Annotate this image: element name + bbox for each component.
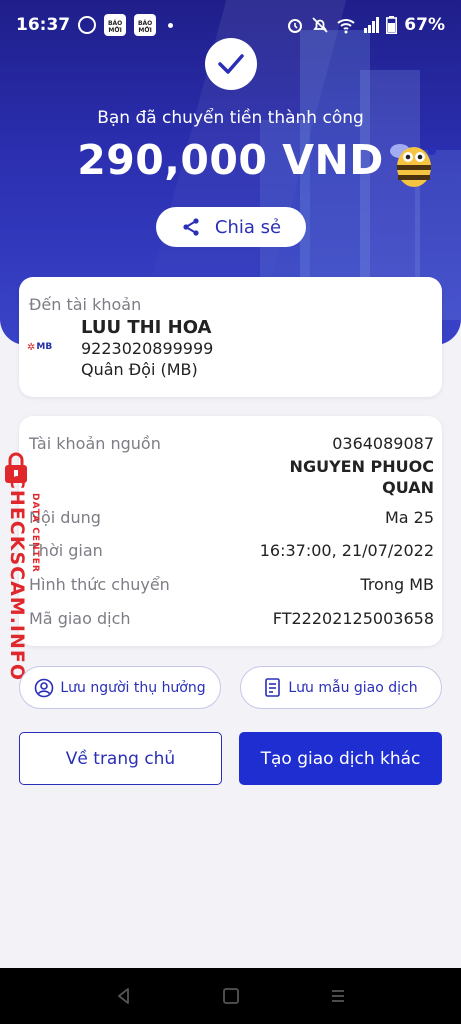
wifi-icon <box>337 19 355 34</box>
alarm-icon <box>288 19 303 33</box>
save-beneficiary-label: Lưu người thụ hưởng <box>60 679 206 696</box>
share-icon <box>183 218 199 236</box>
method-label: Hình thức chuyển <box>29 575 170 594</box>
transaction-id-value: FT22202125003658 <box>272 609 434 628</box>
method-value: Trong MB <box>360 575 434 594</box>
save-template-label: Lưu mẫu giao dịch <box>288 679 418 696</box>
home-nav-icon[interactable] <box>222 987 240 1005</box>
bee-mascot-icon <box>390 144 436 187</box>
status-time: 16:37 <box>16 15 71 35</box>
home-button[interactable]: Về trang chủ <box>19 732 222 785</box>
watermark-text: CHECKSCAM.INFO <box>6 474 28 682</box>
menu-icon[interactable] <box>329 987 347 1005</box>
mb-bank-logo: ✲ MB <box>27 340 57 354</box>
save-template-button[interactable]: Lưu mẫu giao dịch <box>240 666 442 709</box>
destination-account-card: Đến tài khoản ✲ MB LUU THI HOA 922302089… <box>19 277 442 397</box>
recipient-account: 9223020899999 <box>81 339 214 358</box>
messenger-icon <box>78 16 97 34</box>
baomoi-icon: BÁO MỚI <box>134 14 157 36</box>
recipient-bank: Quân Đội (MB) <box>81 360 198 379</box>
transaction-details-card: Tài khoản nguồn 0364089087 NGUYEN PHUOC … <box>19 416 442 646</box>
save-beneficiary-button[interactable]: Lưu người thụ hưởng <box>19 666 221 709</box>
time-value: 16:37:00, 21/07/2022 <box>259 541 434 560</box>
battery-icon <box>386 16 398 34</box>
system-nav-bar <box>0 968 461 1024</box>
watermark-subtitle: DATA CENTER <box>30 493 40 573</box>
user-icon <box>35 678 54 697</box>
new-transaction-button[interactable]: Tạo giao dịch khác <box>239 732 442 785</box>
mb-logo-text: MB <box>36 342 53 352</box>
recipient-name: LUU THI HOA <box>81 317 212 338</box>
content-value: Ma 25 <box>384 508 434 527</box>
notification-dot <box>168 22 174 28</box>
share-label: Chia sẻ <box>214 216 282 238</box>
star-icon: ✲ <box>27 341 36 353</box>
back-icon[interactable] <box>115 987 133 1005</box>
checkmark-icon <box>218 54 244 74</box>
baomoi-icon: BÁO MỚI <box>104 14 127 36</box>
time-label: Thời gian <box>29 541 103 560</box>
destination-label: Đến tài khoản <box>29 295 142 314</box>
source-account-value: 0364089087 <box>332 434 434 453</box>
source-account-label: Tài khoản nguồn <box>29 434 161 453</box>
home-button-label: Về trang chủ <box>65 748 176 769</box>
battery-percent: 67% <box>404 15 445 35</box>
new-transaction-label: Tạo giao dịch khác <box>260 748 421 769</box>
success-check-badge <box>205 38 257 90</box>
mute-icon <box>312 17 328 33</box>
share-button[interactable]: Chia sẻ <box>156 207 306 247</box>
success-message: Bạn đã chuyển tiền thành công <box>97 108 364 128</box>
signal-icon <box>364 17 380 33</box>
source-account-name: NGUYEN PHUOC QUAN <box>289 457 434 497</box>
transaction-id-label: Mã giao dịch <box>29 609 131 628</box>
document-icon <box>265 677 281 697</box>
